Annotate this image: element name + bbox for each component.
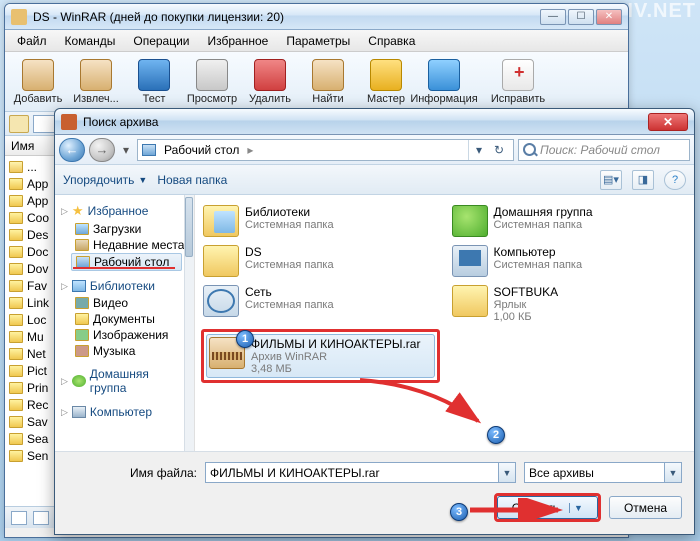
dialog-bottom-panel: Имя файла: ФИЛЬМЫ И КИНОАКТЕРЫ.rar ▼ Все… bbox=[55, 451, 694, 534]
nav-item-images[interactable]: Изображения bbox=[55, 327, 194, 343]
item-libraries[interactable]: БиблиотекиСистемная папка bbox=[201, 203, 440, 239]
callout-3: 3 bbox=[450, 503, 468, 521]
menu-file[interactable]: Файл bbox=[9, 32, 55, 50]
main-toolbar: Добавить Извлеч... Тест Просмотр Удалить… bbox=[5, 52, 628, 112]
tool-find[interactable]: Найти bbox=[299, 57, 357, 107]
tool-extract[interactable]: Извлеч... bbox=[67, 57, 125, 107]
nav-forward-button[interactable]: → bbox=[89, 138, 115, 162]
nav-item-music[interactable]: Музыка bbox=[55, 343, 194, 359]
filename-dropdown-icon[interactable]: ▼ bbox=[498, 463, 515, 482]
network-icon bbox=[203, 285, 239, 317]
libraries-icon bbox=[203, 205, 239, 237]
navigation-pane[interactable]: ▷★Избранное Загрузки Недавние места Рабо… bbox=[55, 195, 195, 451]
filetype-value: Все архивы bbox=[529, 466, 594, 480]
main-window-title: DS - WinRAR (дней до покупки лицензии: 2… bbox=[33, 10, 540, 24]
filename-combo[interactable]: ФИЛЬМЫ И КИНОАКТЕРЫ.rar ▼ bbox=[205, 462, 516, 483]
tool-view[interactable]: Просмотр bbox=[183, 57, 241, 107]
dialog-navbar: ← → ▾ Рабочий стол ▸ ▾ ↻ Поиск: Рабочий … bbox=[55, 135, 694, 165]
tool-add[interactable]: Добавить bbox=[9, 57, 67, 107]
dialog-toolbar: Упорядочить▼ Новая папка ▤▾ ◨ ? bbox=[55, 165, 694, 195]
organize-button[interactable]: Упорядочить▼ bbox=[63, 173, 147, 187]
menu-favorites[interactable]: Избранное bbox=[200, 32, 277, 50]
star-icon: ★ bbox=[72, 203, 84, 219]
open-split-dropdown-icon[interactable]: ▼ bbox=[569, 503, 583, 513]
nav-item-documents[interactable]: Документы bbox=[55, 311, 194, 327]
search-input[interactable]: Поиск: Рабочий стол bbox=[518, 139, 690, 161]
chevron-right-icon[interactable]: ▸ bbox=[247, 143, 253, 157]
nav-history-dropdown[interactable]: ▾ bbox=[119, 138, 133, 162]
winrar-icon bbox=[11, 9, 27, 25]
menu-commands[interactable]: Команды bbox=[57, 32, 124, 50]
status-icon bbox=[11, 511, 27, 525]
nav-item-downloads[interactable]: Загрузки bbox=[55, 221, 194, 237]
dialog-icon bbox=[61, 114, 77, 130]
close-button[interactable]: ✕ bbox=[596, 9, 622, 25]
nav-favorites-header[interactable]: ▷★Избранное bbox=[55, 201, 194, 221]
maximize-button[interactable]: ☐ bbox=[568, 9, 594, 25]
tool-info[interactable]: Информация bbox=[415, 57, 473, 107]
filetype-dropdown-icon[interactable]: ▼ bbox=[664, 463, 681, 482]
shortcut-icon bbox=[452, 285, 488, 317]
item-ds-folder[interactable]: DSСистемная папка bbox=[201, 243, 440, 279]
filetype-combo[interactable]: Все архивы ▼ bbox=[524, 462, 682, 483]
minimize-button[interactable]: — bbox=[540, 9, 566, 25]
status-icon bbox=[33, 511, 49, 525]
view-mode-button[interactable]: ▤▾ bbox=[600, 170, 622, 190]
open-button[interactable]: Открыть▼ bbox=[497, 496, 598, 519]
breadcrumb-dropdown-icon[interactable]: ▾ bbox=[469, 143, 489, 157]
menu-operations[interactable]: Операции bbox=[125, 32, 197, 50]
nav-item-recent[interactable]: Недавние места bbox=[55, 237, 194, 253]
callout-1: 1 bbox=[236, 330, 254, 348]
breadcrumb-bar[interactable]: Рабочий стол ▸ ▾ ↻ bbox=[137, 139, 514, 161]
search-placeholder: Поиск: Рабочий стол bbox=[540, 143, 660, 157]
annotation-underline bbox=[73, 267, 175, 269]
dialog-titlebar[interactable]: Поиск архива ✕ bbox=[55, 109, 694, 135]
main-menubar: Файл Команды Операции Избранное Параметр… bbox=[5, 30, 628, 52]
dialog-title: Поиск архива bbox=[83, 115, 648, 129]
homegroup-icon bbox=[452, 205, 488, 237]
help-icon[interactable]: ? bbox=[664, 170, 686, 190]
file-open-dialog: Поиск архива ✕ ← → ▾ Рабочий стол ▸ ▾ ↻ … bbox=[54, 108, 695, 535]
computer-icon bbox=[452, 245, 488, 277]
item-softbuka[interactable]: SOFTBUKAЯрлык1,00 КБ bbox=[450, 283, 689, 325]
new-folder-button[interactable]: Новая папка bbox=[157, 173, 227, 187]
annotation-open-highlight: Открыть▼ bbox=[494, 493, 601, 522]
folder-icon bbox=[203, 245, 239, 277]
item-network[interactable]: СетьСистемная папка bbox=[201, 283, 440, 325]
tool-test[interactable]: Тест bbox=[125, 57, 183, 107]
dialog-close-button[interactable]: ✕ bbox=[648, 113, 688, 131]
libraries-icon bbox=[72, 280, 86, 292]
callout-2: 2 bbox=[487, 426, 505, 444]
menu-help[interactable]: Справка bbox=[360, 32, 423, 50]
nav-item-video[interactable]: Видео bbox=[55, 295, 194, 311]
preview-pane-button[interactable]: ◨ bbox=[632, 170, 654, 190]
filename-label: Имя файла: bbox=[67, 466, 197, 480]
desktop-icon bbox=[142, 144, 156, 156]
computer-icon bbox=[72, 406, 86, 418]
tool-wizard[interactable]: Мастер bbox=[357, 57, 415, 107]
col-name[interactable]: Имя bbox=[11, 139, 34, 153]
cancel-button[interactable]: Отмена bbox=[609, 496, 682, 519]
search-icon bbox=[523, 143, 536, 156]
tool-repair[interactable]: +Исправить bbox=[489, 57, 547, 107]
navpane-scrollbar[interactable] bbox=[184, 195, 194, 451]
item-homegroup[interactable]: Домашняя группаСистемная папка bbox=[450, 203, 689, 239]
main-titlebar[interactable]: DS - WinRAR (дней до покупки лицензии: 2… bbox=[5, 4, 628, 30]
breadcrumb-segment[interactable]: Рабочий стол bbox=[160, 143, 243, 157]
menu-options[interactable]: Параметры bbox=[278, 32, 358, 50]
item-computer[interactable]: КомпьютерСистемная папка bbox=[450, 243, 689, 279]
nav-computer-header[interactable]: ▷Компьютер bbox=[55, 403, 194, 421]
up-folder-icon[interactable] bbox=[9, 115, 29, 133]
tool-delete[interactable]: Удалить bbox=[241, 57, 299, 107]
refresh-icon[interactable]: ↻ bbox=[489, 143, 509, 157]
homegroup-icon bbox=[72, 375, 86, 387]
content-pane[interactable]: БиблиотекиСистемная папка Домашняя групп… bbox=[195, 195, 694, 451]
nav-libraries-header[interactable]: ▷Библиотеки bbox=[55, 277, 194, 295]
scrollbar-thumb[interactable] bbox=[185, 197, 193, 257]
nav-homegroup-header[interactable]: ▷Домашняя группа bbox=[55, 365, 194, 397]
nav-back-button[interactable]: ← bbox=[59, 138, 85, 162]
filename-value: ФИЛЬМЫ И КИНОАКТЕРЫ.rar bbox=[210, 466, 379, 480]
